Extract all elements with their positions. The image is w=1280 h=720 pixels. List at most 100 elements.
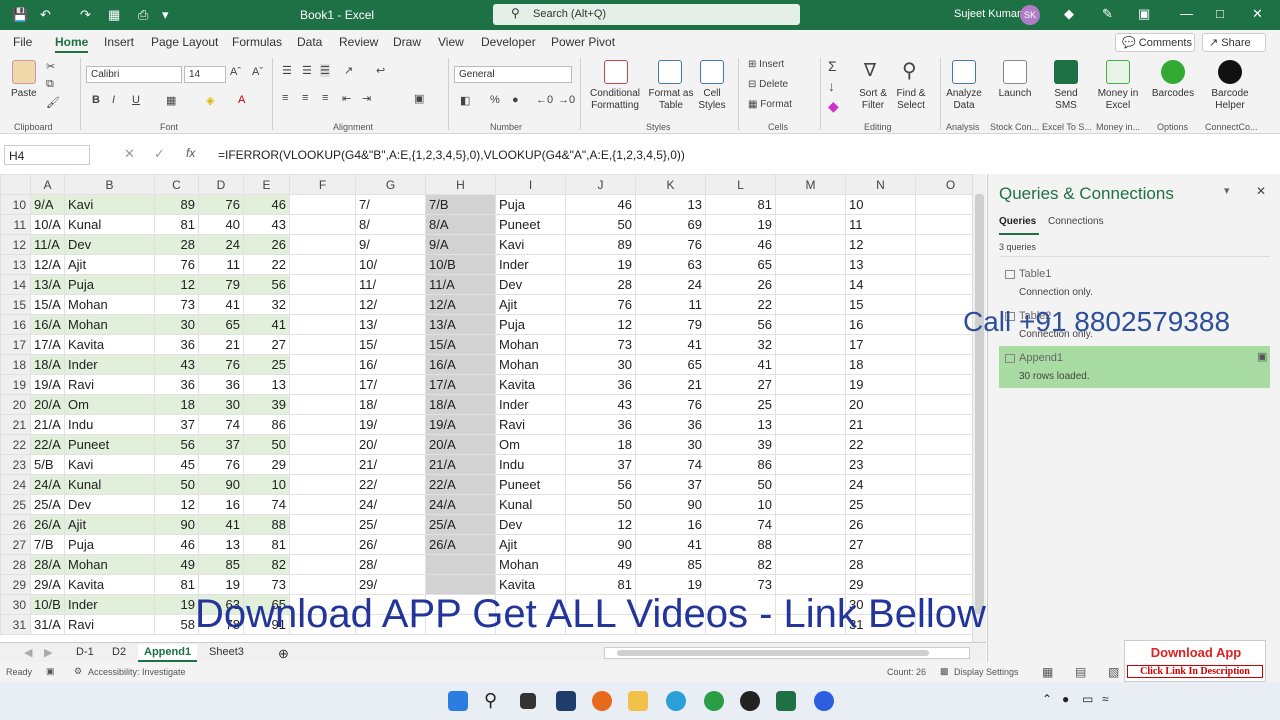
tab-queries[interactable]: Queries [999,216,1036,227]
cell-c[interactable]: 56 [154,434,199,455]
cell-h[interactable]: 7/B [425,194,496,215]
cell-m[interactable] [775,394,846,415]
font-color-icon[interactable]: A [238,94,245,106]
sheet-tab-append1[interactable]: Append1 [138,644,198,662]
cell-k[interactable]: 76 [635,394,706,415]
cell-l[interactable]: 19 [705,214,776,235]
increase-indent-icon[interactable]: ⇥ [362,92,371,105]
cell-g[interactable]: 8/ [355,214,426,235]
cell-l[interactable]: 88 [705,534,776,555]
cell-a[interactable]: 10/B [30,594,65,615]
cell-j[interactable]: 19 [565,254,636,275]
cell-j[interactable]: 30 [565,354,636,375]
cell-i[interactable]: Mohan [495,334,566,355]
fx-icon[interactable]: fx [186,146,195,160]
cell-l[interactable]: 26 [705,274,776,295]
cell-b[interactable]: Ravi [64,614,155,635]
cell-b[interactable]: Puja [64,274,155,295]
accessibility-status[interactable]: Accessibility: Investigate [88,667,186,677]
cell-b[interactable]: Kunal [64,474,155,495]
cell-c[interactable]: 90 [154,514,199,535]
cell-l[interactable]: 27 [705,374,776,395]
sheet-tab-d2[interactable]: D2 [106,644,132,660]
column-header[interactable]: J [565,174,636,195]
cell-g[interactable]: 16/ [355,354,426,375]
column-header[interactable]: B [64,174,155,195]
save-icon[interactable]: 💾 [12,7,28,23]
cell-a[interactable]: 7/B [30,534,65,555]
battery-icon[interactable]: ▭ [1082,692,1093,706]
conditional-formatting-icon[interactable] [604,60,628,84]
row-header[interactable]: 17 [0,334,31,355]
column-header[interactable]: I [495,174,566,195]
cell-f[interactable] [289,494,356,515]
cell-g[interactable]: 7/ [355,194,426,215]
cell-e[interactable]: 43 [243,214,290,235]
cell-l[interactable]: 86 [705,454,776,475]
cell-c[interactable]: 81 [154,214,199,235]
cell-d[interactable]: 90 [198,474,244,495]
cell-e[interactable]: 56 [243,274,290,295]
cell-i[interactable]: Ajit [495,294,566,315]
tab-power-pivot[interactable]: Power Pivot [551,35,615,49]
cell-c[interactable]: 37 [154,414,199,435]
cell-h[interactable]: 13/A [425,314,496,335]
money-in-excel-button[interactable]: Money in Excel [1096,88,1140,112]
cell-j[interactable]: 90 [565,534,636,555]
search-icon[interactable]: ⚲ [484,690,497,711]
cell-n[interactable]: 20 [845,394,916,415]
column-header[interactable]: A [30,174,65,195]
share-button[interactable]: ↗ Share [1202,33,1266,52]
cell-g[interactable]: 18/ [355,394,426,415]
cell-i[interactable]: Puneet [495,474,566,495]
cell-b[interactable]: Mohan [64,294,155,315]
cell-f[interactable] [289,194,356,215]
cell-m[interactable] [775,194,846,215]
borders-icon[interactable]: ▦ [166,94,176,107]
cell-n[interactable]: 17 [845,334,916,355]
cut-icon[interactable]: ✂ [46,60,55,73]
cell-j[interactable]: 46 [565,194,636,215]
page-break-icon[interactable]: ▧ [1108,665,1119,679]
cell-i[interactable]: Puja [495,194,566,215]
cell-f[interactable] [289,254,356,275]
cell-a[interactable]: 29/A [30,574,65,595]
cell-f[interactable] [289,314,356,335]
column-header[interactable]: E [243,174,290,195]
wrap-text-icon[interactable]: ↩ [376,64,385,77]
cell-n[interactable]: 27 [845,534,916,555]
cell-j[interactable]: 50 [565,494,636,515]
query-item-append1[interactable]: Append1 30 rows loaded. ▣ [999,346,1270,388]
row-header[interactable]: 23 [0,454,31,475]
autosum-icon[interactable]: Σ [828,58,837,74]
cell-c[interactable]: 30 [154,314,199,335]
cell-h[interactable]: 20/A [425,434,496,455]
cell-c[interactable]: 81 [154,574,199,595]
cell-b[interactable]: Mohan [64,314,155,335]
cell-n[interactable]: 12 [845,234,916,255]
align-left-icon[interactable]: ≡ [282,92,288,104]
row-header[interactable]: 22 [0,434,31,455]
cell-f[interactable] [289,334,356,355]
cell-f[interactable] [289,414,356,435]
find-select-icon[interactable]: ⚲ [902,58,917,83]
cell-a[interactable]: 12/A [30,254,65,275]
cell-n[interactable]: 28 [845,554,916,575]
tab-developer[interactable]: Developer [481,35,536,49]
cell-d[interactable]: 16 [198,494,244,515]
cell-a[interactable]: 19/A [30,374,65,395]
cell-n[interactable]: 23 [845,454,916,475]
barcodes-icon[interactable] [1161,60,1185,84]
cell-i[interactable]: Inder [495,394,566,415]
cell-h[interactable]: 25/A [425,514,496,535]
percent-icon[interactable]: % [490,94,500,106]
cell-k[interactable]: 76 [635,234,706,255]
cell-n[interactable]: 14 [845,274,916,295]
panel-close-icon[interactable]: ✕ [1256,184,1266,198]
download-app-badge[interactable]: Download App Click Link In Description [1124,640,1266,682]
cell-h[interactable]: 24/A [425,494,496,515]
cell-a[interactable]: 28/A [30,554,65,575]
cell-f[interactable] [289,534,356,555]
cell-k[interactable]: 11 [635,294,706,315]
underline-icon[interactable]: U [132,94,140,106]
